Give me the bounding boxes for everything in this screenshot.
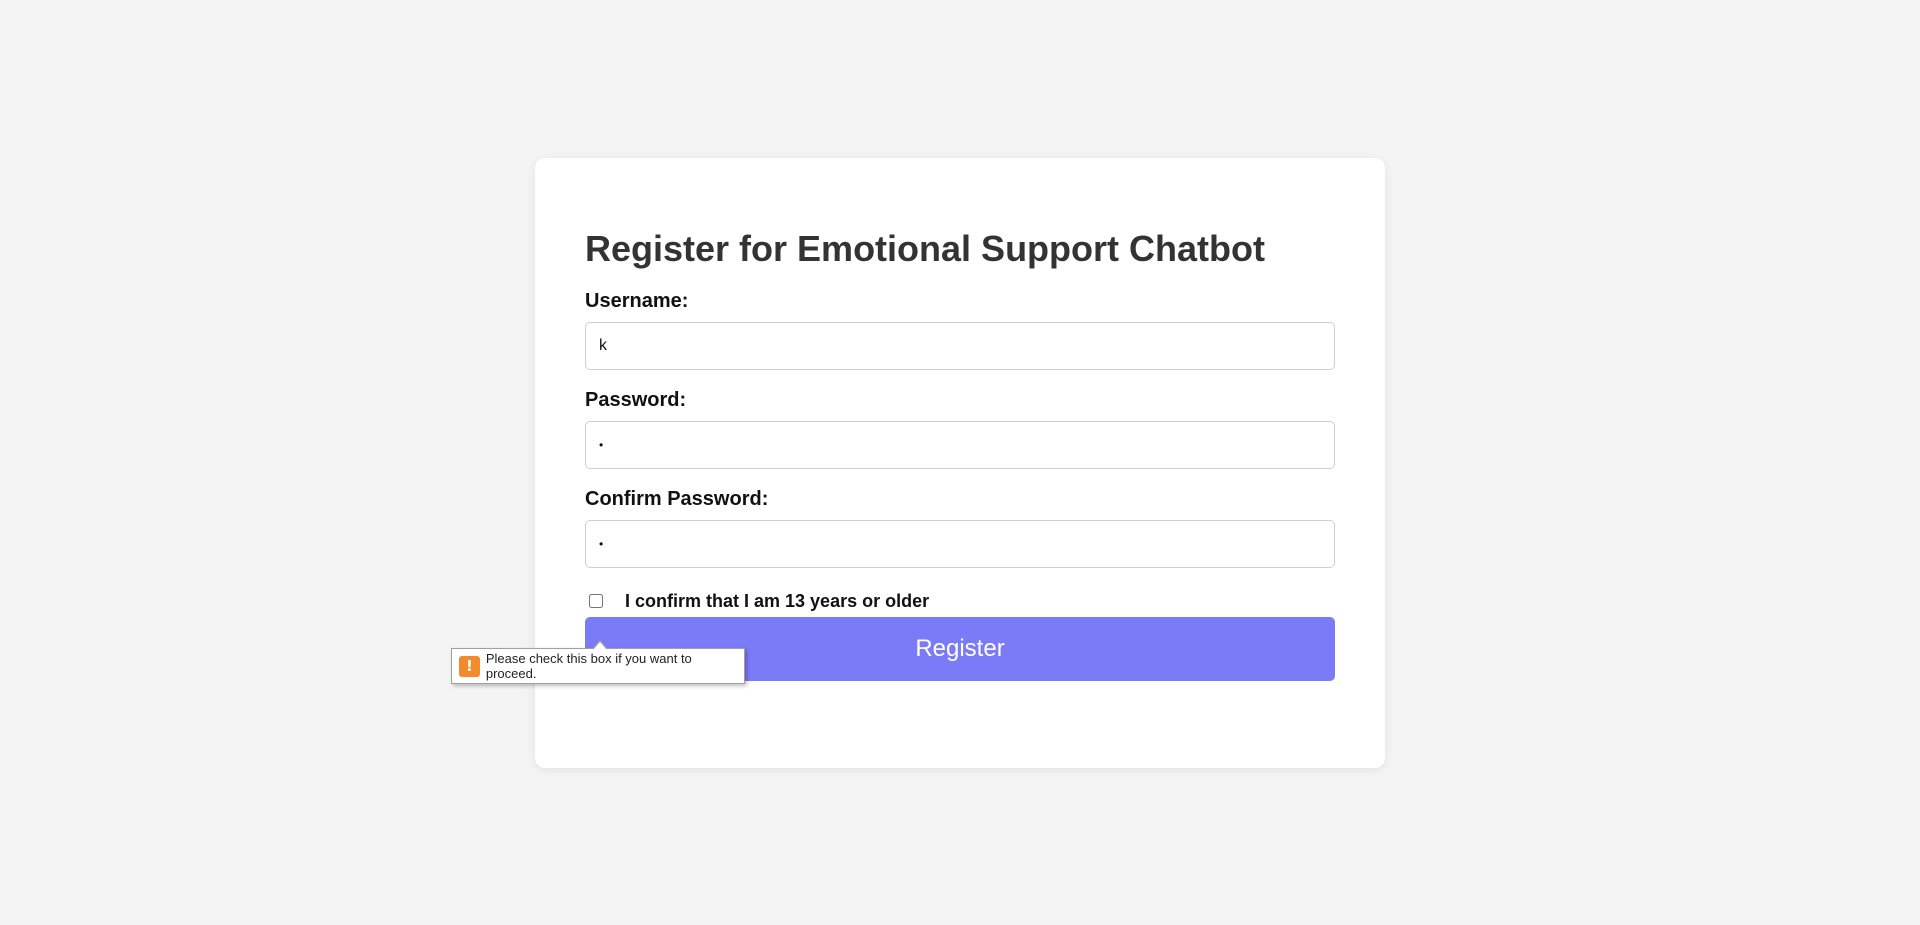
- page-title: Register for Emotional Support Chatbot: [585, 228, 1265, 269]
- password-input[interactable]: [585, 421, 1335, 469]
- username-input[interactable]: [585, 322, 1335, 370]
- warning-icon: !: [459, 655, 480, 677]
- age-confirm-checkbox[interactable]: [589, 594, 603, 608]
- username-label: Username:: [585, 290, 689, 312]
- password-label: Password:: [585, 389, 687, 411]
- confirm-password-label: Confirm Password:: [585, 488, 769, 510]
- confirm-password-input[interactable]: [585, 520, 1335, 568]
- age-confirm-label[interactable]: I confirm that I am 13 years or older: [625, 591, 929, 612]
- age-confirm-row: I confirm that I am 13 years or older: [585, 590, 1335, 612]
- validation-message: Please check this box if you want to pro…: [485, 651, 692, 681]
- validation-tooltip: ! Please check this box if you want to p…: [451, 640, 745, 684]
